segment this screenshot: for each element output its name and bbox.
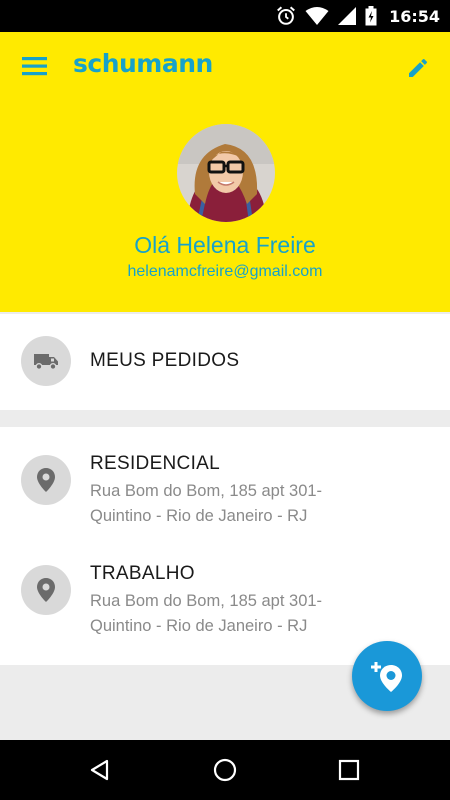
menu-button[interactable] <box>20 52 50 80</box>
address-line-2: Quintino - Rio de Janeiro - RJ <box>90 507 308 525</box>
truck-icon <box>34 354 58 370</box>
address-title: RESIDENCIAL <box>90 453 221 474</box>
my-orders-item[interactable]: MEUS PEDIDOS <box>0 314 450 410</box>
profile-photo <box>177 124 275 222</box>
clock: 16:54 <box>389 6 440 26</box>
user-email: helenamcfreire@gmail.com <box>127 263 323 280</box>
wifi-icon <box>305 7 329 25</box>
orders-icon-circle <box>21 336 71 386</box>
home-button[interactable] <box>210 755 240 785</box>
status-bar: 16:54 <box>0 0 450 32</box>
addresses-card: RESIDENCIAL Rua Bom do Bom, 185 apt 301-… <box>0 427 450 665</box>
greeting-text: Olá Helena Freire <box>134 232 316 258</box>
location-pin-icon <box>37 578 55 602</box>
location-pin-icon <box>37 468 55 492</box>
edit-profile-button[interactable] <box>406 56 430 80</box>
home-icon <box>213 758 237 782</box>
back-button[interactable] <box>85 755 115 785</box>
address-line-2: Quintino - Rio de Janeiro - RJ <box>90 617 308 635</box>
address-item-residencial[interactable]: RESIDENCIAL Rua Bom do Bom, 185 apt 301-… <box>0 427 450 539</box>
add-address-button[interactable] <box>352 641 422 711</box>
address-title: TRABALHO <box>90 563 195 584</box>
battery-icon <box>365 6 377 26</box>
pencil-icon <box>409 58 428 77</box>
address-item-trabalho[interactable]: TRABALHO Rua Bom do Bom, 185 apt 301- Qu… <box>0 539 450 651</box>
alarm-icon <box>277 6 295 25</box>
orders-card: MEUS PEDIDOS <box>0 314 450 410</box>
address-line-1: Rua Bom do Bom, 185 apt 301- <box>90 592 323 610</box>
address-icon-circle <box>21 455 71 505</box>
app-logo: schumann <box>73 49 213 78</box>
back-icon <box>90 759 109 781</box>
system-nav-bar <box>0 740 450 800</box>
menu-icon <box>22 57 47 76</box>
add-location-icon <box>371 662 402 692</box>
profile-header: schumann Olá Helena Freire helenamcfreir… <box>0 32 450 312</box>
my-orders-label: MEUS PEDIDOS <box>90 350 240 371</box>
recents-button[interactable] <box>334 755 364 785</box>
address-icon-circle <box>21 565 71 615</box>
signal-icon <box>338 7 357 25</box>
recents-icon <box>338 759 360 781</box>
address-line-1: Rua Bom do Bom, 185 apt 301- <box>90 482 323 500</box>
avatar[interactable] <box>177 124 275 222</box>
